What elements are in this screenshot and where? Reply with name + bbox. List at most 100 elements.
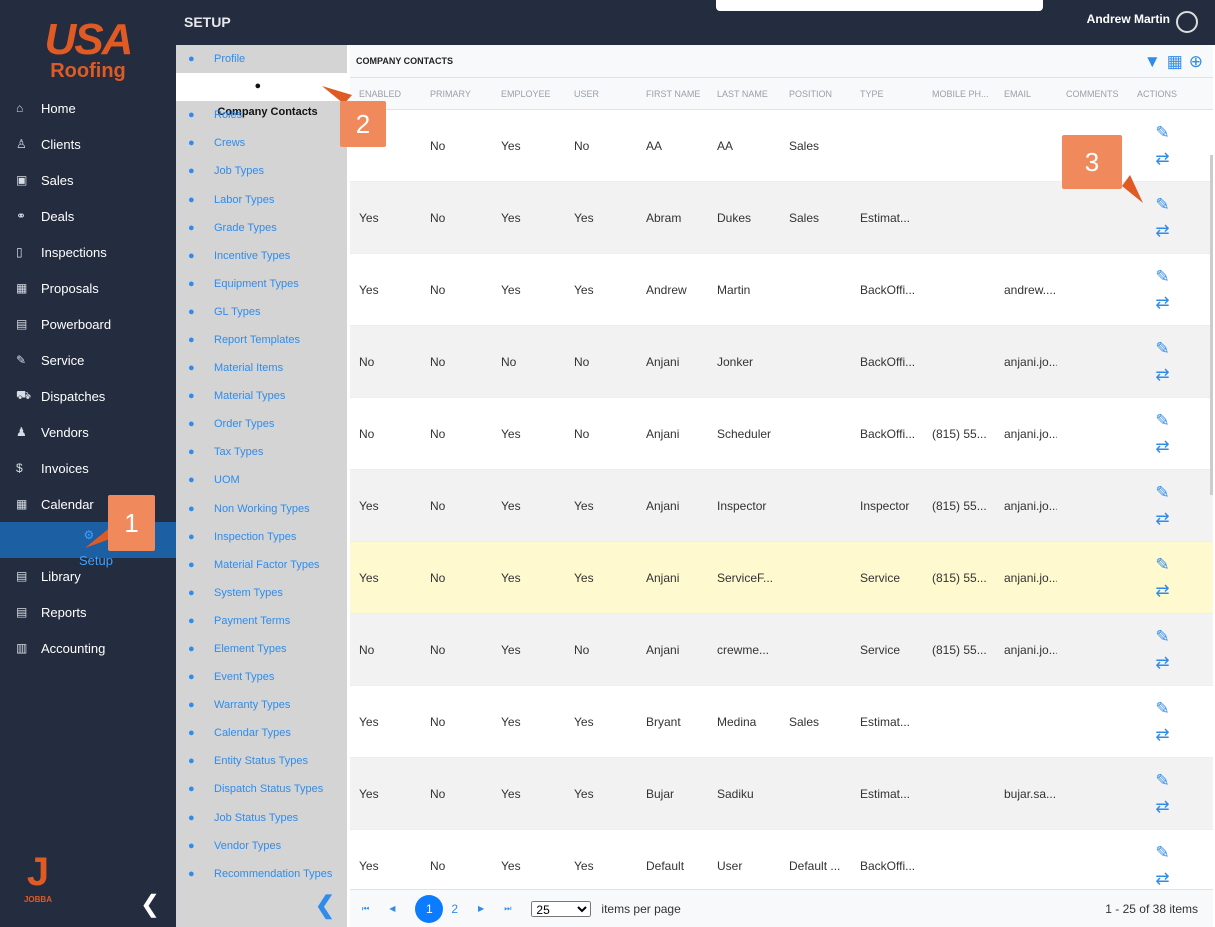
submenu-item-recommendation-types[interactable]: ● Recommendation Types: [176, 860, 347, 888]
submenu-item-system-types[interactable]: ● System Types: [176, 579, 347, 607]
submenu-item-material-types[interactable]: ● Material Types: [176, 382, 347, 410]
submenu-item-dispatch-status-types[interactable]: ● Dispatch Status Types: [176, 775, 347, 803]
submenu-item-job-types[interactable]: ● Job Types: [176, 157, 347, 185]
swap-arrows-icon[interactable]: ⇄: [1155, 866, 1169, 892]
table-row[interactable]: Yes No Yes Yes Abram Dukes Sales Estimat... ✎ ⇄: [350, 182, 1213, 254]
edit-pencil-icon[interactable]: ✎: [1155, 192, 1169, 218]
table-row[interactable]: Yes No Yes Yes Andrew Martin BackOffi... andrew…: [350, 254, 1213, 326]
swap-arrows-icon[interactable]: ⇄: [1155, 506, 1169, 532]
submenu-item-vendor-types[interactable]: ● Vendor Types: [176, 832, 347, 860]
page-size-select[interactable]: 25: [531, 900, 592, 917]
scrollbar[interactable]: [1210, 155, 1213, 495]
column-header[interactable]: USER: [565, 89, 637, 99]
table-row[interactable]: No No Yes No Anjani crewme... Service (815) 55.…: [350, 614, 1213, 686]
submenu-item-grade-types[interactable]: ● Grade Types: [176, 214, 347, 242]
submenu-item-uom[interactable]: ● UOM: [176, 466, 347, 494]
column-header[interactable]: POSITION: [780, 89, 851, 99]
first-page-icon[interactable]: ⏮: [362, 904, 369, 914]
column-header[interactable]: LAST NAME: [708, 89, 780, 99]
submenu-item-entity-status-types[interactable]: ● Entity Status Types: [176, 747, 347, 775]
column-header[interactable]: MOBILE PH...: [923, 89, 995, 99]
prev-page-icon[interactable]: ◀: [389, 904, 395, 913]
submenu-item-inspection-types[interactable]: ● Inspection Types: [176, 523, 347, 551]
nav-item-dispatches[interactable]: ⛟ Dispatches: [0, 378, 176, 414]
last-page-icon[interactable]: ⏭: [504, 904, 511, 914]
user-avatar-icon[interactable]: [1176, 11, 1198, 33]
nav-item-deals[interactable]: ⚭ Deals: [0, 198, 176, 234]
collapse-submenu-chevron-icon[interactable]: ❮: [315, 891, 335, 920]
edit-pencil-icon[interactable]: ✎: [1155, 480, 1169, 506]
submenu-item-report-templates[interactable]: ● Report Templates: [176, 326, 347, 354]
swap-arrows-icon[interactable]: ⇄: [1155, 434, 1169, 460]
nav-item-powerboard[interactable]: ▤ Powerboard: [0, 306, 176, 342]
submenu-item-company-contacts[interactable]: ● Company Contacts: [176, 73, 347, 118]
table-row[interactable]: Yes No Yes Yes Anjani ServiceF... Service (815)…: [350, 542, 1213, 614]
nav-item-service[interactable]: ✎ Service: [0, 342, 176, 378]
swap-arrows-icon[interactable]: ⇄: [1155, 290, 1169, 316]
swap-arrows-icon[interactable]: ⇄: [1155, 362, 1169, 388]
submenu-item-equipment-types[interactable]: ● Equipment Types: [176, 270, 347, 298]
nav-item-sales[interactable]: ▣ Sales: [0, 162, 176, 198]
submenu-item-gl-types[interactable]: ● GL Types: [176, 298, 347, 326]
collapse-sidebar-chevron-icon[interactable]: ❮: [140, 890, 160, 919]
column-header[interactable]: EMPLOYEE: [492, 89, 565, 99]
swap-arrows-icon[interactable]: ⇄: [1155, 146, 1169, 172]
filter-icon[interactable]: ▼: [1144, 52, 1167, 71]
submenu-item-non-working-types[interactable]: ● Non Working Types: [176, 495, 347, 523]
column-header[interactable]: COMMENTS: [1057, 89, 1128, 99]
edit-pencil-icon[interactable]: ✎: [1155, 768, 1169, 794]
submenu-item-warranty-types[interactable]: ● Warranty Types: [176, 691, 347, 719]
next-page-icon[interactable]: ▶: [478, 904, 484, 913]
submenu-item-material-items[interactable]: ● Material Items: [176, 354, 347, 382]
swap-arrows-icon[interactable]: ⇄: [1155, 578, 1169, 604]
table-row[interactable]: No No Yes No Anjani Scheduler BackOffi... (815)…: [350, 398, 1213, 470]
column-header[interactable]: PRIMARY: [421, 89, 492, 99]
column-header[interactable]: EMAIL: [995, 89, 1057, 99]
usa-roofing-logo[interactable]: USA Roofing: [36, 18, 140, 83]
submenu-item-job-status-types[interactable]: ● Job Status Types: [176, 804, 347, 832]
submenu-item-material-factor-types[interactable]: ● Material Factor Types: [176, 551, 347, 579]
submenu-item-element-types[interactable]: ● Element Types: [176, 635, 347, 663]
nav-item-proposals[interactable]: ▦ Proposals: [0, 270, 176, 306]
nav-item-inspections[interactable]: ▯ Inspections: [0, 234, 176, 270]
edit-pencil-icon[interactable]: ✎: [1155, 552, 1169, 578]
search-input[interactable]: [716, 0, 1043, 11]
nav-item-accounting[interactable]: ▥ Accounting: [0, 630, 176, 666]
table-row[interactable]: No No No No Anjani Jonker BackOffi... anjani.jo…: [350, 326, 1213, 398]
table-row[interactable]: Yes No Yes Yes Bujar Sadiku Estimat... bujar.sa…: [350, 758, 1213, 830]
table-row[interactable]: Yes No Yes Yes Anjani Inspector Inspector (815)…: [350, 470, 1213, 542]
edit-pencil-icon[interactable]: ✎: [1155, 624, 1169, 650]
submenu-item-tax-types[interactable]: ● Tax Types: [176, 438, 347, 466]
edit-pencil-icon[interactable]: ✎: [1155, 408, 1169, 434]
column-header[interactable]: TYPE: [851, 89, 923, 99]
submenu-item-event-types[interactable]: ● Event Types: [176, 663, 347, 691]
nav-item-invoices[interactable]: $ Invoices: [0, 450, 176, 486]
edit-pencil-icon[interactable]: ✎: [1155, 336, 1169, 362]
add-contact-icon[interactable]: ⊕: [1189, 52, 1209, 71]
page-2-button[interactable]: 2: [451, 902, 458, 916]
page-1-button[interactable]: 1: [415, 894, 444, 923]
column-header[interactable]: ENABLED: [350, 89, 421, 99]
column-grid-icon[interactable]: ▦: [1167, 52, 1189, 71]
submenu-item-labor-types[interactable]: ● Labor Types: [176, 185, 347, 213]
table-row[interactable]: Yes No Yes Yes Bryant Medina Sales Estimat... ✎ ⇄: [350, 686, 1213, 758]
nav-item-home[interactable]: ⌂ Home: [0, 90, 176, 126]
column-header[interactable]: ACTIONS: [1128, 89, 1188, 99]
edit-pencil-icon[interactable]: ✎: [1155, 120, 1169, 146]
swap-arrows-icon[interactable]: ⇄: [1155, 794, 1169, 820]
swap-arrows-icon[interactable]: ⇄: [1155, 722, 1169, 748]
user-name[interactable]: Andrew Martin: [1087, 12, 1170, 26]
swap-arrows-icon[interactable]: ⇄: [1155, 218, 1169, 244]
swap-arrows-icon[interactable]: ⇄: [1155, 650, 1169, 676]
edit-pencil-icon[interactable]: ✎: [1155, 264, 1169, 290]
submenu-item-profile[interactable]: ● Profile: [176, 45, 347, 73]
nav-item-clients[interactable]: ♙ Clients: [0, 126, 176, 162]
nav-item-reports[interactable]: ▤ Reports: [0, 594, 176, 630]
submenu-item-payment-terms[interactable]: ● Payment Terms: [176, 607, 347, 635]
column-header[interactable]: FIRST NAME: [637, 89, 708, 99]
submenu-item-crews[interactable]: ● Crews: [176, 129, 347, 157]
submenu-item-order-types[interactable]: ● Order Types: [176, 410, 347, 438]
nav-item-vendors[interactable]: ♟ Vendors: [0, 414, 176, 450]
submenu-item-calendar-types[interactable]: ● Calendar Types: [176, 719, 347, 747]
edit-pencil-icon[interactable]: ✎: [1155, 696, 1169, 722]
